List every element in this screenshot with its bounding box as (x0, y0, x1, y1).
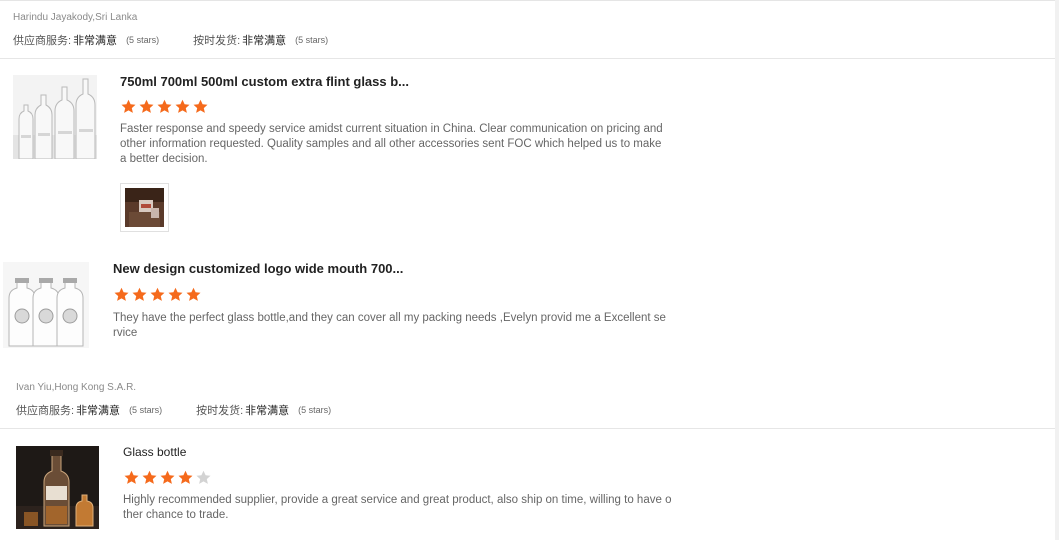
reviewer-name: Harindu Jayakody,Sri Lanka (13, 12, 138, 23)
star-filled-icon (141, 470, 158, 485)
star-filled-icon (149, 287, 166, 302)
supplier-ratings-row: 供应商服务: 非常满意 (5 stars) 按时发货: 非常满意 (5 star… (16, 402, 331, 418)
star-filled-icon (159, 470, 176, 485)
star-empty-icon (195, 470, 212, 485)
wide-mouth-bottles-thumbnail[interactable] (3, 262, 89, 348)
star-filled-icon (167, 287, 184, 302)
comment-line: rvice (113, 327, 138, 339)
review-comment: Faster response and speedy service amids… (120, 122, 663, 167)
product-title[interactable]: 750ml 700ml 500ml custom extra flint gla… (120, 74, 409, 89)
divider (0, 58, 1059, 59)
shipping-rating-stars: (5 stars) (295, 35, 329, 45)
review-comment: Highly recommended supplier, provide a g… (123, 493, 671, 523)
reviews-panel: Harindu Jayakody,Sri Lanka 供应商服务: 非常满意 (… (0, 0, 1059, 540)
comment-line: Highly recommended supplier, provide a g… (123, 494, 672, 506)
reviewer-name: Ivan Yiu,Hong Kong S.A.R. (16, 382, 137, 393)
shipping-rating-value: 非常满意 (245, 405, 290, 417)
shipping-rating-stars: (5 stars) (298, 405, 332, 415)
star-filled-icon (185, 287, 202, 302)
glass-bottles-thumbnail[interactable] (13, 75, 97, 159)
comment-line: ther chance to trade. (123, 509, 229, 521)
comment-line: a better decision. (120, 153, 208, 165)
service-rating-stars: (5 stars) (129, 405, 163, 415)
product-title[interactable]: New design customized logo wide mouth 70… (113, 261, 403, 276)
comment-line: other information requested. Quality sam… (120, 138, 662, 150)
service-rating-stars: (5 stars) (126, 35, 160, 45)
comment-line: They have the perfect glass bottle,and t… (113, 312, 666, 324)
scrollbar[interactable] (1055, 0, 1059, 540)
star-filled-icon (120, 99, 137, 114)
star-filled-icon (174, 99, 191, 114)
divider (0, 428, 1059, 429)
shipping-rating-value: 非常满意 (242, 35, 287, 47)
star-filled-icon (192, 99, 209, 114)
product-title[interactable]: Glass bottle (123, 445, 186, 459)
top-divider (0, 0, 1059, 1)
star-filled-icon (131, 287, 148, 302)
supplier-ratings-row: 供应商服务: 非常满意 (5 stars) 按时发货: 非常满意 (5 star… (13, 32, 328, 48)
shipping-rating-label: 按时发货: (193, 35, 241, 47)
review-comment: They have the perfect glass bottle,and t… (113, 311, 666, 341)
star-rating (123, 470, 213, 485)
service-rating-value: 非常满意 (73, 35, 118, 47)
star-rating (120, 99, 210, 114)
service-rating-label: 供应商服务: (13, 35, 72, 47)
comment-line: Faster response and speedy service amids… (120, 123, 663, 135)
star-filled-icon (156, 99, 173, 114)
shipping-rating-label: 按时发货: (196, 405, 244, 417)
service-rating-label: 供应商服务: (16, 405, 75, 417)
review-photo-thumbnail[interactable] (120, 183, 169, 232)
star-filled-icon (123, 470, 140, 485)
liquor-bottle-thumbnail[interactable] (16, 446, 99, 529)
star-filled-icon (113, 287, 130, 302)
star-filled-icon (177, 470, 194, 485)
star-rating (113, 287, 203, 302)
star-filled-icon (138, 99, 155, 114)
service-rating-value: 非常满意 (76, 405, 121, 417)
